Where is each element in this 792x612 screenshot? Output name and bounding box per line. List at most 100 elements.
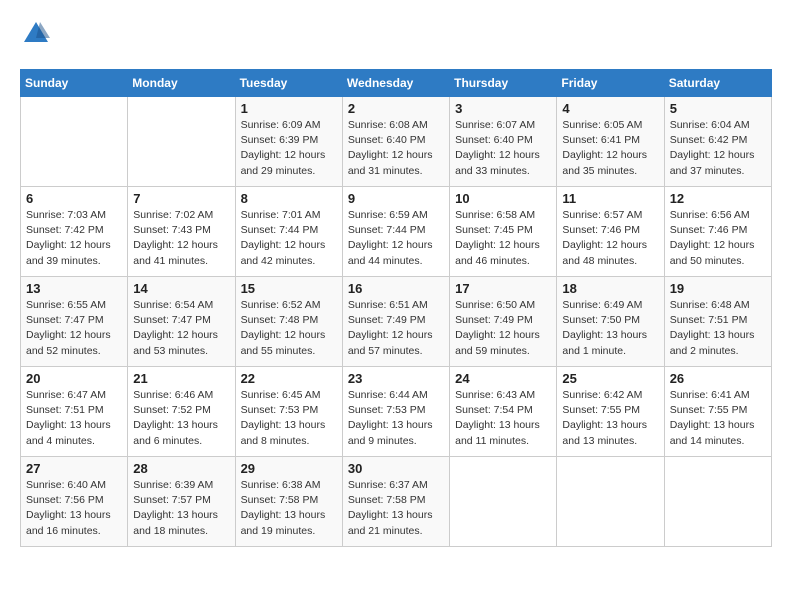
calendar-cell: 25 Sunrise: 6:42 AMSunset: 7:55 PMDayligh… (557, 367, 664, 457)
calendar-cell: 21 Sunrise: 6:46 AMSunset: 7:52 PMDayligh… (128, 367, 235, 457)
day-info: Sunrise: 6:50 AMSunset: 7:49 PMDaylight:… (455, 298, 551, 359)
day-info: Sunrise: 6:56 AMSunset: 7:46 PMDaylight:… (670, 208, 766, 269)
day-number: 11 (562, 191, 658, 206)
calendar-cell: 8 Sunrise: 7:01 AMSunset: 7:44 PMDaylight… (235, 187, 342, 277)
day-number: 19 (670, 281, 766, 296)
day-number: 24 (455, 371, 551, 386)
calendar-cell: 27Sunrise: 6:40 AMSunset: 7:56 PMDayligh… (21, 457, 128, 547)
day-number: 13 (26, 281, 122, 296)
day-number: 22 (241, 371, 337, 386)
day-number: 5 (670, 101, 766, 116)
day-number: 16 (348, 281, 444, 296)
day-info: Sunrise: 6:42 AMSunset: 7:55 PMDaylight:… (562, 388, 658, 449)
calendar-cell: 5 Sunrise: 6:04 AMSunset: 6:42 PMDaylight… (664, 97, 771, 187)
day-number: 8 (241, 191, 337, 206)
calendar-cell: 18 Sunrise: 6:49 AMSunset: 7:50 PMDayligh… (557, 277, 664, 367)
day-info: Sunrise: 6:09 AMSunset: 6:39 PMDaylight:… (241, 118, 337, 179)
calendar-cell: 1 Sunrise: 6:09 AMSunset: 6:39 PMDaylight… (235, 97, 342, 187)
calendar-cell: 12 Sunrise: 6:56 AMSunset: 7:46 PMDayligh… (664, 187, 771, 277)
day-info: Sunrise: 6:55 AMSunset: 7:47 PMDaylight:… (26, 298, 122, 359)
calendar-cell: 30 Sunrise: 6:37 AMSunset: 7:58 PMDayligh… (342, 457, 449, 547)
day-info: Sunrise: 6:45 AMSunset: 7:53 PMDaylight:… (241, 388, 337, 449)
day-info: Sunrise: 6:46 AMSunset: 7:52 PMDaylight:… (133, 388, 229, 449)
calendar-cell (21, 97, 128, 187)
calendar-cell: 22 Sunrise: 6:45 AMSunset: 7:53 PMDayligh… (235, 367, 342, 457)
day-number: 21 (133, 371, 229, 386)
calendar-cell: 26Sunrise: 6:41 AMSunset: 7:55 PMDayligh… (664, 367, 771, 457)
calendar-cell: 24 Sunrise: 6:43 AMSunset: 7:54 PMDayligh… (450, 367, 557, 457)
column-header-sunday: Sunday (21, 70, 128, 97)
calendar-cell: 6Sunrise: 7:03 AMSunset: 7:42 PMDaylight… (21, 187, 128, 277)
day-number: 23 (348, 371, 444, 386)
calendar-cell: 11 Sunrise: 6:57 AMSunset: 7:46 PMDayligh… (557, 187, 664, 277)
calendar-cell: 7 Sunrise: 7:02 AMSunset: 7:43 PMDaylight… (128, 187, 235, 277)
day-number: 1 (241, 101, 337, 116)
day-number: 29 (241, 461, 337, 476)
day-info: Sunrise: 7:02 AMSunset: 7:43 PMDaylight:… (133, 208, 229, 269)
day-number: 3 (455, 101, 551, 116)
calendar-cell: 20 Sunrise: 6:47 AMSunset: 7:51 PMDayligh… (21, 367, 128, 457)
day-info: Sunrise: 6:47 AMSunset: 7:51 PMDaylight:… (26, 388, 122, 449)
calendar-cell: 9 Sunrise: 6:59 AMSunset: 7:44 PMDaylight… (342, 187, 449, 277)
calendar-cell: 29 Sunrise: 6:38 AMSunset: 7:58 PMDayligh… (235, 457, 342, 547)
column-header-thursday: Thursday (450, 70, 557, 97)
logo (20, 20, 50, 53)
page-header (20, 20, 772, 53)
day-info: Sunrise: 6:52 AMSunset: 7:48 PMDaylight:… (241, 298, 337, 359)
calendar-cell (557, 457, 664, 547)
column-header-friday: Friday (557, 70, 664, 97)
calendar-cell: 10 Sunrise: 6:58 AMSunset: 7:45 PMDayligh… (450, 187, 557, 277)
day-info: Sunrise: 6:59 AMSunset: 7:44 PMDaylight:… (348, 208, 444, 269)
day-info: Sunrise: 6:58 AMSunset: 7:45 PMDaylight:… (455, 208, 551, 269)
day-number: 28 (133, 461, 229, 476)
day-number: 9 (348, 191, 444, 206)
day-number: 17 (455, 281, 551, 296)
day-number: 27 (26, 461, 122, 476)
day-info: Sunrise: 6:37 AMSunset: 7:58 PMDaylight:… (348, 478, 444, 539)
day-info: Sunrise: 6:51 AMSunset: 7:49 PMDaylight:… (348, 298, 444, 359)
day-info: Sunrise: 6:05 AMSunset: 6:41 PMDaylight:… (562, 118, 658, 179)
day-number: 14 (133, 281, 229, 296)
day-info: Sunrise: 6:39 AMSunset: 7:57 PMDaylight:… (133, 478, 229, 539)
day-info: Sunrise: 6:07 AMSunset: 6:40 PMDaylight:… (455, 118, 551, 179)
calendar-cell (664, 457, 771, 547)
column-header-monday: Monday (128, 70, 235, 97)
day-number: 12 (670, 191, 766, 206)
calendar-cell (450, 457, 557, 547)
day-info: Sunrise: 7:01 AMSunset: 7:44 PMDaylight:… (241, 208, 337, 269)
calendar-cell: 15 Sunrise: 6:52 AMSunset: 7:48 PMDayligh… (235, 277, 342, 367)
day-number: 2 (348, 101, 444, 116)
day-number: 25 (562, 371, 658, 386)
day-number: 7 (133, 191, 229, 206)
day-number: 30 (348, 461, 444, 476)
day-number: 20 (26, 371, 122, 386)
day-info: Sunrise: 6:57 AMSunset: 7:46 PMDaylight:… (562, 208, 658, 269)
day-number: 15 (241, 281, 337, 296)
day-number: 18 (562, 281, 658, 296)
calendar-cell: 28 Sunrise: 6:39 AMSunset: 7:57 PMDayligh… (128, 457, 235, 547)
day-info: Sunrise: 6:04 AMSunset: 6:42 PMDaylight:… (670, 118, 766, 179)
column-header-saturday: Saturday (664, 70, 771, 97)
calendar-cell: 23 Sunrise: 6:44 AMSunset: 7:53 PMDayligh… (342, 367, 449, 457)
calendar-cell: 16 Sunrise: 6:51 AMSunset: 7:49 PMDayligh… (342, 277, 449, 367)
day-info: Sunrise: 6:49 AMSunset: 7:50 PMDaylight:… (562, 298, 658, 359)
day-info: Sunrise: 6:38 AMSunset: 7:58 PMDaylight:… (241, 478, 337, 539)
day-number: 10 (455, 191, 551, 206)
calendar-cell: 19Sunrise: 6:48 AMSunset: 7:51 PMDayligh… (664, 277, 771, 367)
day-number: 26 (670, 371, 766, 386)
logo-icon (22, 20, 50, 48)
calendar-cell: 4Sunrise: 6:05 AMSunset: 6:41 PMDaylight… (557, 97, 664, 187)
day-info: Sunrise: 6:43 AMSunset: 7:54 PMDaylight:… (455, 388, 551, 449)
day-info: Sunrise: 6:44 AMSunset: 7:53 PMDaylight:… (348, 388, 444, 449)
day-info: Sunrise: 6:54 AMSunset: 7:47 PMDaylight:… (133, 298, 229, 359)
calendar-cell: 3 Sunrise: 6:07 AMSunset: 6:40 PMDaylight… (450, 97, 557, 187)
calendar-cell: 14 Sunrise: 6:54 AMSunset: 7:47 PMDayligh… (128, 277, 235, 367)
calendar-cell: 2 Sunrise: 6:08 AMSunset: 6:40 PMDaylight… (342, 97, 449, 187)
day-info: Sunrise: 7:03 AMSunset: 7:42 PMDaylight:… (26, 208, 122, 269)
day-info: Sunrise: 6:08 AMSunset: 6:40 PMDaylight:… (348, 118, 444, 179)
calendar-cell: 17 Sunrise: 6:50 AMSunset: 7:49 PMDayligh… (450, 277, 557, 367)
column-header-wednesday: Wednesday (342, 70, 449, 97)
calendar-cell: 13 Sunrise: 6:55 AMSunset: 7:47 PMDayligh… (21, 277, 128, 367)
column-header-tuesday: Tuesday (235, 70, 342, 97)
calendar-table: SundayMondayTuesdayWednesdayThursdayFrid… (20, 69, 772, 547)
